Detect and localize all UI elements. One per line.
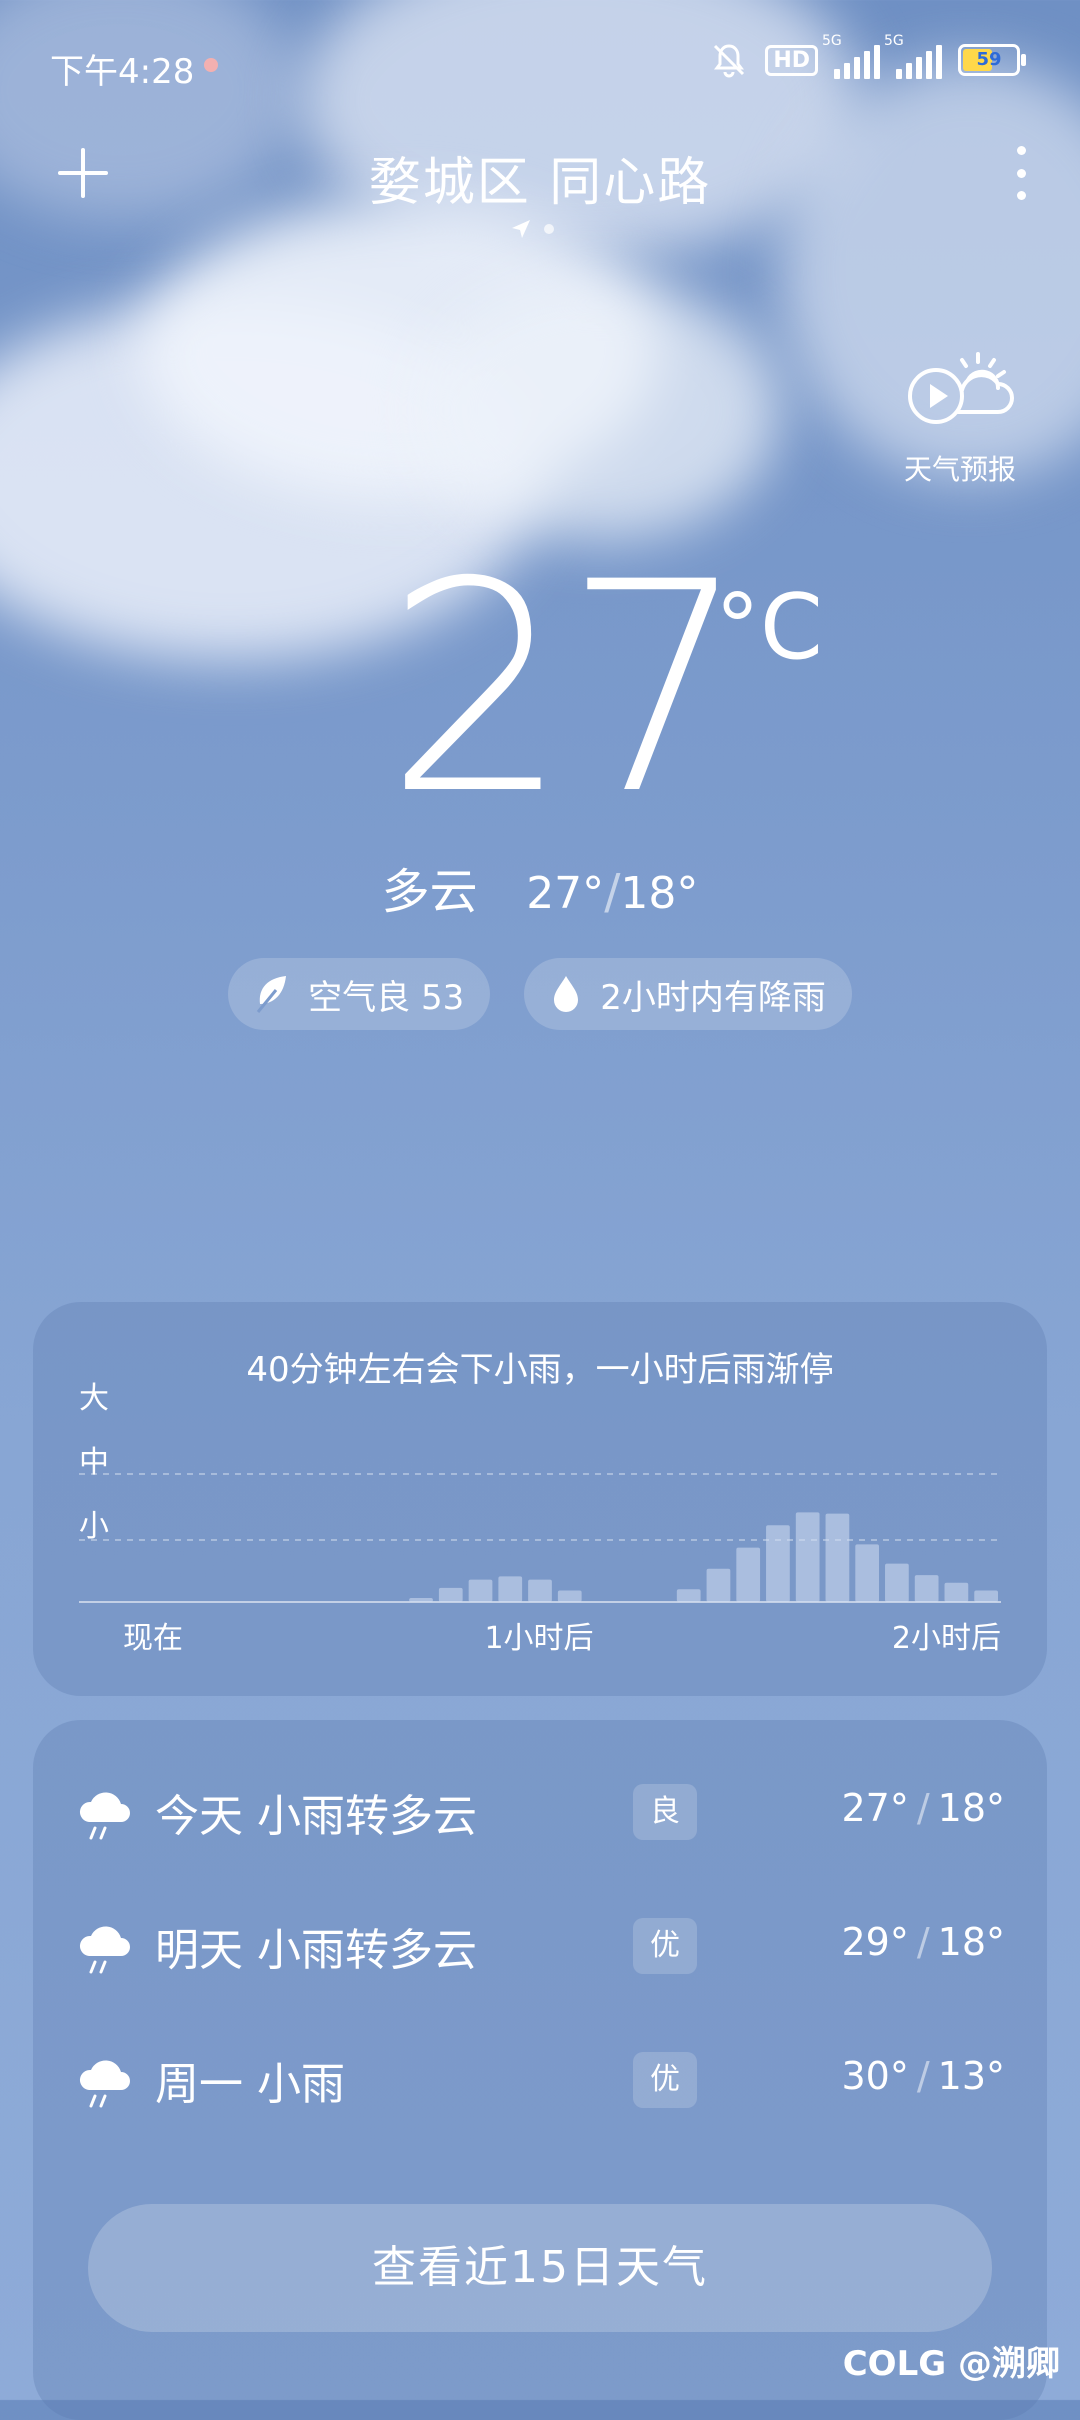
- temp-range: 30°/13°: [841, 2054, 1005, 2098]
- leaf-icon: [256, 976, 287, 1013]
- status-time: 下午4:28: [50, 52, 195, 92]
- air-quality-pill[interactable]: 空气良 53: [228, 958, 491, 1030]
- today-high: 27°: [526, 868, 605, 919]
- daily-low: 13°: [937, 2054, 1005, 2098]
- current-temperature: 27: [385, 521, 748, 858]
- precipitation-bar: [468, 1579, 493, 1602]
- more-menu-button[interactable]: [1014, 146, 1028, 200]
- aqi-badge: 优: [633, 2052, 697, 2108]
- x-axis-label: 现在: [123, 1621, 183, 1656]
- temp-range: 27°/18°: [841, 1786, 1005, 1830]
- precipitation-bar: [795, 1512, 820, 1602]
- daily-row[interactable]: 今天 小雨转多云 良 27°/18°: [33, 1772, 1047, 1852]
- status-bar: 下午4:28 HD 5G 5G 59: [0, 33, 1080, 92]
- hd-voice-icon: HD: [765, 44, 818, 76]
- bell-muted-icon: [714, 44, 745, 78]
- precipitation-bar: [944, 1582, 969, 1602]
- page-indicator: [510, 218, 554, 240]
- precipitation-bar: [766, 1525, 790, 1602]
- precipitation-bar: [914, 1575, 939, 1602]
- daily-label: 今天 小雨转多云: [155, 1791, 477, 1842]
- watermark: COLG @溯卿: [842, 2344, 1060, 2384]
- location-title[interactable]: 婺城区 同心路: [0, 140, 1080, 215]
- precipitation-bar: [438, 1587, 463, 1602]
- precipitation-bar: [706, 1568, 731, 1602]
- notification-dot-icon: [204, 58, 218, 72]
- today-low: 18°: [620, 868, 699, 919]
- rain-cloud-icon: [79, 2060, 130, 2108]
- rain-alert-pill[interactable]: 2小时内有降雨: [524, 958, 852, 1030]
- precipitation-bar: [736, 1547, 761, 1602]
- temperature-unit: °C: [715, 575, 823, 680]
- x-axis-label: 2小时后: [892, 1621, 1001, 1656]
- aqi-badge: 良: [633, 1784, 697, 1840]
- precipitation-bar: [409, 1598, 433, 1602]
- precipitation-bar: [855, 1544, 880, 1602]
- x-axis-label: 1小时后: [484, 1621, 593, 1656]
- daily-high: 29°: [841, 1920, 909, 1964]
- view-15-day-button[interactable]: 查看近15日天气: [88, 2204, 992, 2332]
- play-sun-cloud-icon: [908, 352, 1014, 424]
- precipitation-chart: 小中大现在 1小时后 2小时后: [79, 1381, 1001, 1656]
- air-quality-text: 空气良 53: [308, 977, 465, 1018]
- daily-low: 18°: [937, 1786, 1005, 1830]
- aqi-badge: 优: [633, 1918, 697, 1974]
- precipitation-bar: [885, 1563, 909, 1602]
- signal-icon: 5G: [822, 33, 880, 79]
- precipitation-bar: [676, 1589, 701, 1602]
- daily-high: 27°: [841, 1786, 909, 1830]
- daily-row[interactable]: 周一 小雨 优 30°/13°: [33, 2040, 1047, 2120]
- y-axis-label: 中: [79, 1445, 109, 1480]
- precipitation-bar: [498, 1576, 523, 1602]
- temp-range: 29°/18°: [841, 1920, 1005, 1964]
- battery-icon: 59: [958, 44, 1026, 76]
- weather-forecast-label: 天气预报: [903, 453, 1016, 486]
- current-condition: 多云 27°/18°: [381, 864, 699, 920]
- condition-text: 多云: [381, 864, 478, 920]
- precipitation-bar: [974, 1590, 998, 1602]
- weather-forecast-video-button[interactable]: 天气预报: [895, 350, 1025, 488]
- daily-label: 明天 小雨转多云: [155, 1925, 477, 1976]
- daily-high: 30°: [841, 2054, 909, 2098]
- daily-label: 周一 小雨: [155, 2059, 345, 2110]
- precipitation-card: 40分钟左右会下小雨，一小时后雨渐停 小中大现在 1小时后 2小时后: [33, 1302, 1047, 1696]
- daily-forecast-card: 查看近15日天气 今天 小雨转多云良 27°/18° 明天 小雨转多云优 29°/18…: [33, 1720, 1047, 2420]
- rain-cloud-icon: [79, 1792, 130, 1840]
- y-axis-label: 小: [79, 1509, 109, 1544]
- water-drop-icon: [554, 976, 579, 1012]
- rain-alert-text: 2小时内有降雨: [600, 977, 826, 1018]
- rain-cloud-icon: [79, 1926, 130, 1974]
- y-axis-label: 大: [79, 1381, 109, 1416]
- daily-row[interactable]: 明天 小雨转多云 优 29°/18°: [33, 1906, 1047, 1986]
- location-arrow-icon: [512, 220, 530, 238]
- precipitation-bar: [528, 1579, 552, 1602]
- daily-low: 18°: [937, 1920, 1005, 1964]
- precipitation-bar: [825, 1513, 850, 1602]
- precipitation-bar: [557, 1590, 582, 1602]
- signal-icon-2: 5G: [884, 33, 942, 79]
